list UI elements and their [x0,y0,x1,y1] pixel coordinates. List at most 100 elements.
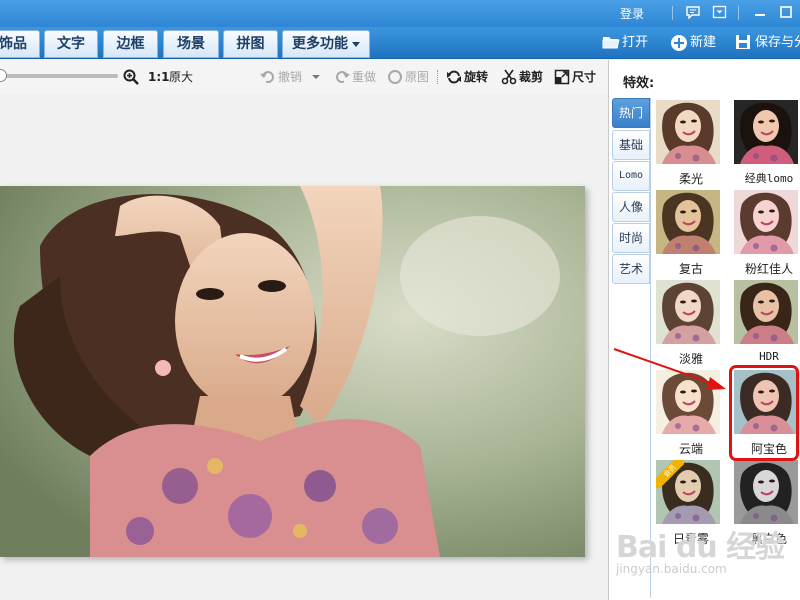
effect-thumbnail[interactable] [656,370,720,434]
tab-collage[interactable]: 拼图 [223,30,278,58]
effect-item[interactable]: 柔光 [656,100,726,188]
effect-label: 复古 [678,262,703,276]
resize-icon [554,69,570,85]
redo-icon [336,71,350,84]
effect-thumbnail[interactable] [656,100,720,164]
watermark-logo-text: Bai du 经验 [616,530,785,565]
image-canvas[interactable] [0,94,608,600]
category-tab-lomo[interactable]: Lomo [612,161,650,191]
plus-circle-icon [671,35,687,51]
effect-item[interactable]: 复古 [656,190,726,278]
chevron-down-icon [312,75,320,79]
tab-scene[interactable]: 场景 [163,30,219,58]
new-button[interactable]: 新建 [670,33,720,53]
actual-size-button[interactable]: 1:1 原大 [148,68,198,86]
undo-button[interactable]: 撤销 [260,68,305,86]
tab-label: 边框 [116,36,145,52]
circle-icon [388,70,402,84]
effect-label: 粉红佳人 [744,262,793,276]
zoom-slider-handle[interactable] [0,69,7,82]
baidu-jingyan-watermark: Bai du 经验 jingyan.baidu.com [614,522,800,582]
tab-label: 饰品 [0,36,27,52]
original-label: 原图 [405,70,430,84]
tab-label: 文字 [57,36,85,52]
toolbar-divider [437,70,438,84]
zoom-in-icon [123,69,139,85]
category-tab-basic[interactable]: 基础 [612,130,650,160]
tab-label: 场景 [177,36,205,52]
redo-label: 重做 [352,70,377,84]
category-tab-portrait[interactable]: 人像 [612,192,650,222]
feedback-icon[interactable] [683,3,703,21]
maximize-icon[interactable] [776,3,796,21]
effect-item[interactable]: 淡雅 [656,280,726,368]
login-link[interactable]: 登录 [620,5,644,22]
tab-text[interactable]: 文字 [44,30,98,58]
save-label: 保存与分 [755,35,800,50]
effect-label: HDR [759,350,779,363]
scissors-icon [501,69,517,85]
effect-thumbnail[interactable] [656,280,720,344]
effect-thumbnail[interactable] [734,190,798,254]
effect-item[interactable]: HDR [734,280,800,368]
category-tab-popular[interactable]: 热门 [612,98,650,128]
save-icon [736,35,750,49]
titlebar-divider [738,6,739,20]
effect-thumbnail[interactable] [656,190,720,254]
effect-label: 柔光 [678,172,703,186]
new-label: 新建 [690,35,717,50]
titlebar-divider [672,6,673,20]
category-tab-art[interactable]: 艺术 [612,254,650,284]
effect-thumbnail[interactable] [734,100,798,164]
zoom-slider-track[interactable] [0,74,118,78]
original-image-button[interactable]: 原图 [387,68,431,86]
category-label: 人像 [618,200,643,214]
tab-frame[interactable]: 边框 [103,30,158,58]
effect-label: 经典lomo [744,172,794,185]
effect-thumbnail[interactable] [734,280,798,344]
effect-item[interactable]: 经典lomo [734,100,800,188]
effect-label: 淡雅 [678,352,703,366]
rotate-label: 旋转 [464,70,489,84]
panel-title: 特效: [623,76,655,91]
undo-icon [260,71,274,84]
tab-more-features[interactable]: 更多功能 [282,30,370,58]
tab-label: 拼图 [236,36,265,52]
effect-item[interactable]: 粉红佳人 [734,190,800,278]
category-label: 艺术 [618,262,643,276]
open-button[interactable]: 打开 [602,33,654,53]
save-share-button[interactable]: 保存与分 [735,33,800,53]
undo-label: 撤销 [278,70,303,84]
open-label: 打开 [622,35,649,50]
category-tab-fashion[interactable]: 时尚 [612,223,650,253]
resize-label: 尺寸 [572,70,597,84]
effect-thumbnail[interactable]: 会员 [656,460,720,524]
resize-button[interactable]: 尺寸 [554,68,600,86]
category-label: 基础 [618,138,643,152]
watermark-url: jingyan.baidu.com [616,562,727,576]
zoom-in-button[interactable] [123,68,143,86]
crop-button[interactable]: 裁剪 [501,68,547,86]
edited-photo[interactable] [0,186,585,557]
redo-button[interactable]: 重做 [334,68,378,86]
selected-effect-highlight [729,365,799,461]
edit-toolbar: 1:1 原大 撤销 重做 原图 旋转 裁剪 尺寸 [0,60,608,94]
folder-icon [602,37,620,49]
minimize-icon[interactable] [750,3,770,21]
effect-item[interactable]: 云端 [656,370,726,458]
actual-size-label: 原大 [169,70,194,84]
effect-label: 云端 [678,442,703,456]
crop-label: 裁剪 [519,70,544,84]
ratio-label: 1:1 [148,70,170,84]
member-badge: 会员 [656,460,684,488]
rotate-button[interactable]: 旋转 [446,68,492,86]
category-label: Lomo [618,170,644,181]
tab-label: 更多功能 [292,36,348,52]
rotate-icon [447,70,461,84]
main-tabs-bar: 饰品 文字 边框 场景 拼图 更多功能 打开 新建 保存与分 [0,27,800,59]
category-label: 时尚 [618,231,643,245]
undo-history-dropdown[interactable] [311,68,323,86]
tab-accessories[interactable]: 饰品 [0,30,40,58]
menu-dropdown-icon[interactable] [710,3,730,21]
effect-thumbnail[interactable] [734,460,798,524]
